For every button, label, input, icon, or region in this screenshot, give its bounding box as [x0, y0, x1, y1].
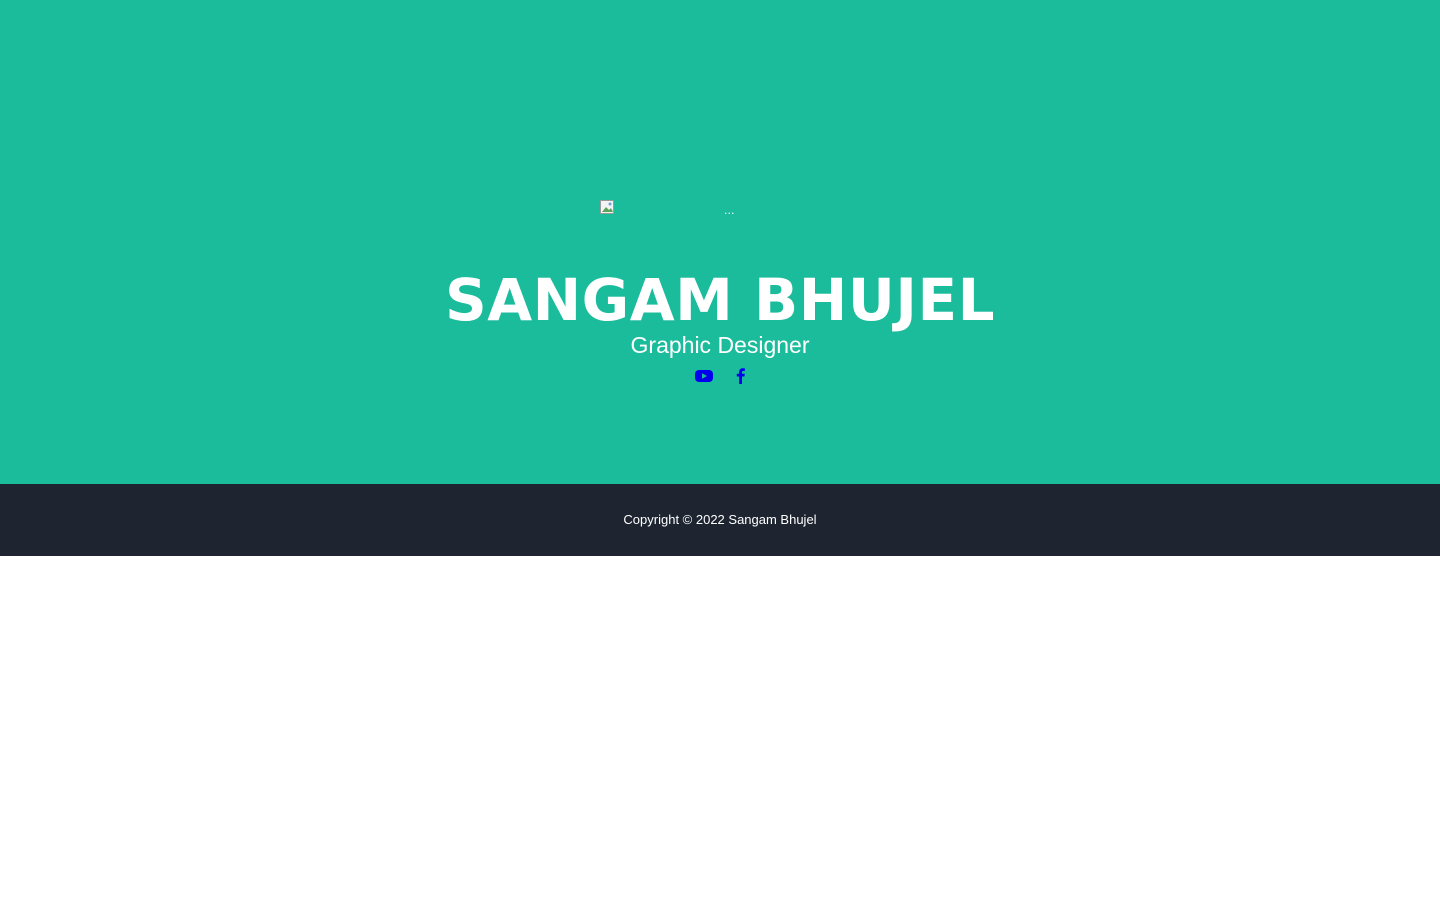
- subtitle: Graphic Designer: [630, 332, 810, 358]
- youtube-link[interactable]: [694, 366, 714, 386]
- page-title: SANGAM BHUJEL: [444, 266, 996, 334]
- facebook-icon: [736, 368, 745, 384]
- footer: Copyright © 2022 Sangam Bhujel: [0, 484, 1440, 556]
- youtube-icon: [695, 370, 713, 382]
- copyright-text: Copyright © 2022 Sangam Bhujel: [623, 512, 817, 527]
- masthead: ... SANGAM BHUJEL Graphic Designer: [0, 0, 1440, 484]
- broken-image-icon: [600, 200, 616, 216]
- avatar: ...: [600, 200, 840, 220]
- facebook-link[interactable]: [731, 366, 751, 386]
- avatar-alt-text: ...: [724, 204, 735, 217]
- social-links: [0, 366, 1440, 386]
